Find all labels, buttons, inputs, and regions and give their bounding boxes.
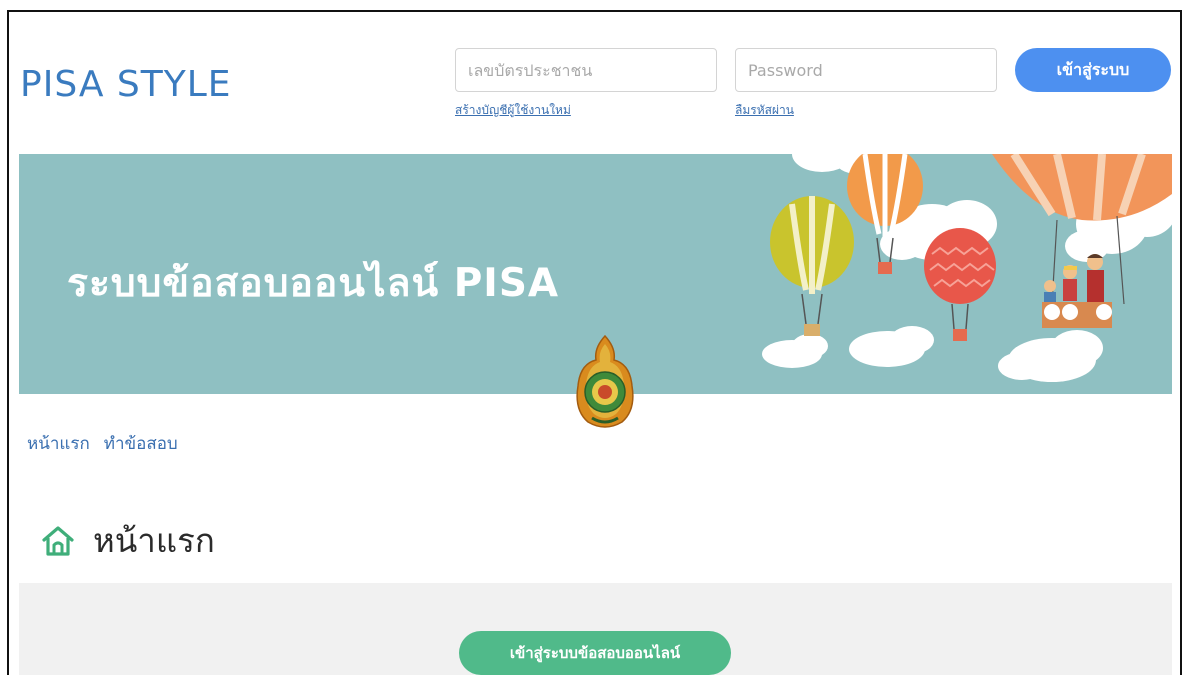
enter-online-exam-button[interactable]: เข้าสู่ระบบข้อสอบออนไลน์ <box>459 631 731 675</box>
site-logo-text[interactable]: PISA STYLE <box>20 64 232 105</box>
forgot-password-link[interactable]: ลืมรหัสผ่าน <box>735 101 794 120</box>
citizen-id-input[interactable] <box>455 48 717 92</box>
main-nav: หน้าแรก ทำข้อสอบ <box>27 430 178 457</box>
banner-title: ระบบข้อสอบออนไลน์ PISA <box>67 261 560 306</box>
register-link[interactable]: สร้างบัญชีผู้ใช้งานใหม่ <box>455 101 571 120</box>
ministry-emblem-logo <box>576 334 634 428</box>
content-panel: เข้าสู่ระบบข้อสอบออนไลน์ <box>19 583 1172 675</box>
home-icon <box>42 525 74 556</box>
nav-item-home[interactable]: หน้าแรก <box>27 430 90 457</box>
hot-air-balloons-illustration <box>762 154 1172 382</box>
login-button[interactable]: เข้าสู่ระบบ <box>1015 48 1171 92</box>
page-heading: หน้าแรก <box>41 514 215 567</box>
nav-item-take-exam[interactable]: ทำข้อสอบ <box>104 430 178 457</box>
page-title: หน้าแรก <box>93 521 215 560</box>
page-frame: PISA STYLE สร้างบัญชีผู้ใช้งานใหม่ ลืมรห… <box>7 10 1182 675</box>
password-input[interactable] <box>735 48 997 92</box>
